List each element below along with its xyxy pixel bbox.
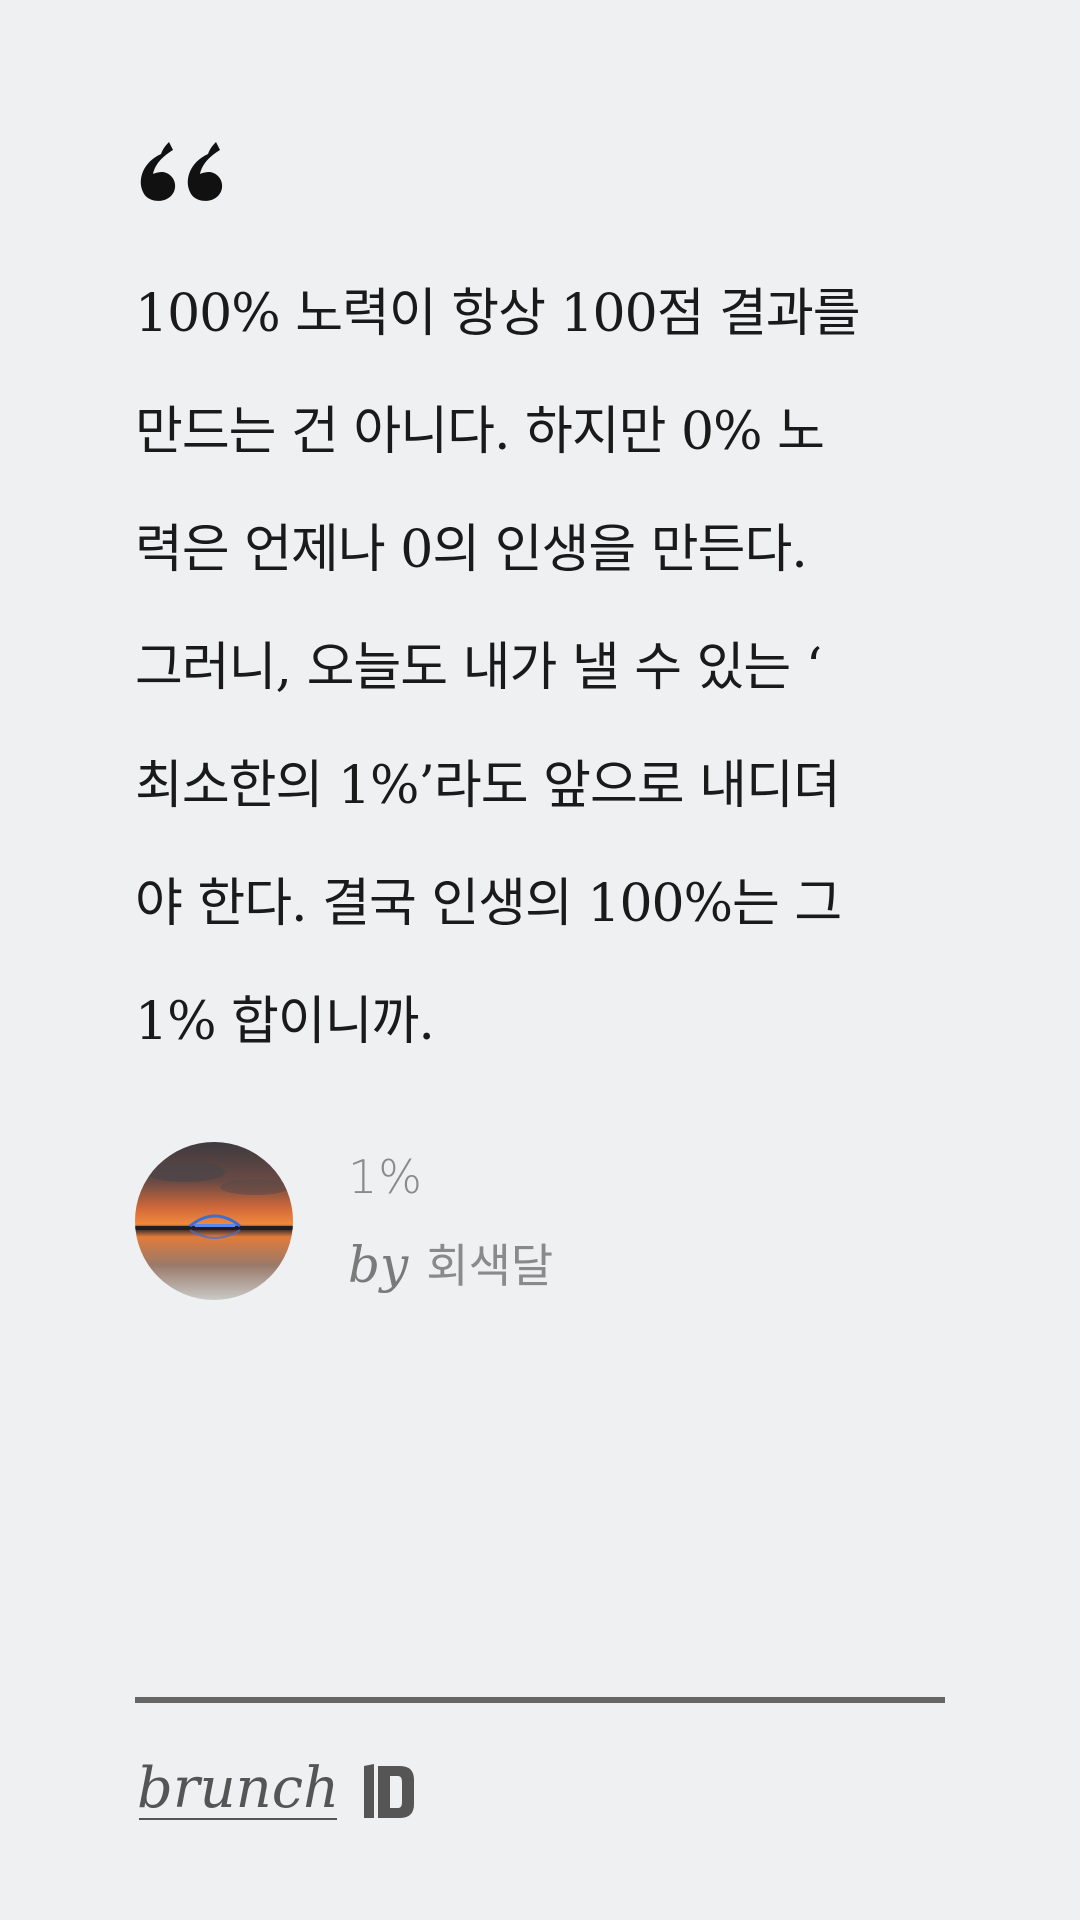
quote-line: 력은 언제나 0의 인생을 만든다. — [135, 520, 808, 580]
brunch-logo-text: brunch — [137, 1756, 339, 1821]
brunch-b-icon — [364, 1764, 414, 1818]
brunch-logo[interactable]: brunch — [135, 1755, 350, 1825]
quote-line: 최소한의 1%’라도 앞으로 내디뎌 — [135, 756, 841, 816]
author-block[interactable]: 1% by 회색달 — [135, 1142, 835, 1302]
quote-line: 100% 노력이 항상 100점 결과를 — [135, 284, 861, 344]
byline[interactable]: by 회색달 — [348, 1230, 553, 1296]
footer-divider — [135, 1697, 945, 1703]
sunset-bridge-avatar — [135, 1142, 293, 1300]
author-avatar[interactable] — [135, 1142, 293, 1300]
author-name[interactable]: 회색달 — [426, 1239, 553, 1293]
quote-line: 1% 합이니까. — [135, 992, 435, 1052]
quote-line: 그러니, 오늘도 내가 낼 수 있는 ‘ — [135, 638, 822, 698]
work-title[interactable]: 1% — [348, 1150, 423, 1204]
quote-text: 100% 노력이 항상 100점 결과를 만드는 건 아니다. 하지만 0% 노… — [135, 255, 955, 1081]
quote-line: 만드는 건 아니다. 하지만 0% 노 — [135, 402, 825, 462]
quote-line: 야 한다. 결국 인생의 100%는 그 — [135, 874, 842, 934]
by-label: by — [348, 1236, 409, 1294]
quote-open-icon — [140, 142, 223, 201]
